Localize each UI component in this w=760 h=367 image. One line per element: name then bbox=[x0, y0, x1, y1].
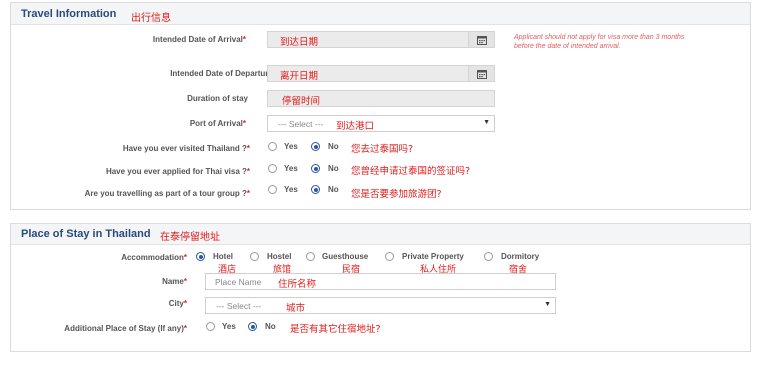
accommodation-hotel-label[interactable]: Hotel bbox=[213, 252, 233, 261]
visited-thailand-label: Have you ever visited Thailand ?* bbox=[122, 144, 250, 153]
travel-information-header bbox=[11, 3, 750, 25]
tour-cn: 您是否要参加旅游团? bbox=[351, 189, 442, 200]
visited-yes-label[interactable]: Yes bbox=[284, 142, 298, 151]
arrival-date-field[interactable]: 到达日期 bbox=[267, 31, 495, 48]
additional-place-label: Additional Place of Stay (If any)* bbox=[64, 324, 187, 333]
port-cn: 到达港口 bbox=[336, 121, 375, 132]
additional-yes-label[interactable]: Yes bbox=[222, 322, 236, 331]
calendar-icon[interactable] bbox=[468, 66, 494, 81]
port-select-value: --- Select --- bbox=[278, 119, 324, 129]
port-of-arrival-label: Port of Arrival* bbox=[189, 119, 246, 128]
applied-visa-label: Have you ever applied for Thai visa ?* bbox=[105, 167, 250, 176]
additional-no-radio[interactable] bbox=[248, 322, 257, 331]
accommodation-guesthouse-radio[interactable] bbox=[306, 252, 315, 261]
arrival-date-cn: 到达日期 bbox=[280, 37, 319, 48]
visited-cn: 您去过泰国吗? bbox=[351, 144, 414, 155]
place-name-cn: 住所名称 bbox=[278, 279, 317, 290]
city-cn: 城市 bbox=[286, 303, 306, 314]
port-of-arrival-select[interactable]: --- Select --- 到达港口 ▼ bbox=[267, 115, 495, 132]
applied-yes-radio[interactable] bbox=[268, 164, 277, 173]
accommodation-hotel-radio[interactable] bbox=[196, 252, 205, 261]
additional-cn: 是否有其它住宿地址? bbox=[290, 324, 381, 335]
tour-no-radio[interactable] bbox=[311, 185, 320, 194]
accommodation-guesthouse-label[interactable]: Guesthouse bbox=[322, 252, 368, 261]
place-name-input[interactable]: Place Name 住所名称 bbox=[205, 273, 556, 290]
travel-information-title: Travel Information bbox=[21, 8, 117, 20]
accommodation-dormitory-radio[interactable] bbox=[484, 252, 493, 261]
duration-field: 停留时间 bbox=[267, 90, 495, 107]
accommodation-dormitory-label[interactable]: Dormitory bbox=[501, 252, 539, 261]
tour-yes-label[interactable]: Yes bbox=[284, 185, 298, 194]
chevron-down-icon: ▼ bbox=[544, 301, 551, 308]
place-name-label: Name* bbox=[162, 277, 187, 286]
arrival-date-label: Intended Date of Arrival* bbox=[152, 35, 246, 44]
accommodation-hostel-radio[interactable] bbox=[250, 252, 259, 261]
visited-no-radio[interactable] bbox=[311, 142, 320, 151]
accommodation-private-property-label[interactable]: Private Property bbox=[402, 252, 464, 261]
visited-no-label[interactable]: No bbox=[328, 142, 339, 151]
city-select[interactable]: --- Select --- 城市 ▼ bbox=[205, 297, 556, 314]
city-select-value: --- Select --- bbox=[216, 301, 262, 311]
applied-no-radio[interactable] bbox=[311, 164, 320, 173]
accommodation-hostel-label[interactable]: Hostel bbox=[267, 252, 291, 261]
city-label: City* bbox=[168, 299, 187, 308]
duration-label: Duration of stay bbox=[187, 94, 248, 103]
additional-no-label[interactable]: No bbox=[265, 322, 276, 331]
arrival-note: Applicant should not apply for visa more… bbox=[514, 34, 685, 50]
duration-cn: 停留时间 bbox=[282, 96, 321, 107]
travel-information-title-cn: 出行信息 bbox=[131, 13, 171, 24]
departure-date-field[interactable]: 离开日期 bbox=[267, 65, 495, 82]
tour-no-label[interactable]: No bbox=[328, 185, 339, 194]
accommodation-private-property-radio[interactable] bbox=[385, 252, 394, 261]
place-of-stay-title: Place of Stay in Thailand bbox=[21, 228, 151, 240]
applied-yes-label[interactable]: Yes bbox=[284, 164, 298, 173]
applied-cn: 您曾经申请过泰国的签证吗? bbox=[351, 166, 471, 177]
additional-yes-radio[interactable] bbox=[206, 322, 215, 331]
chevron-down-icon: ▼ bbox=[483, 119, 490, 126]
tour-group-label: Are you travelling as part of a tour gro… bbox=[84, 189, 250, 198]
accommodation-label: Accommodation* bbox=[121, 253, 187, 262]
departure-date-cn: 离开日期 bbox=[280, 71, 319, 82]
calendar-icon[interactable] bbox=[468, 32, 494, 47]
place-name-placeholder: Place Name bbox=[215, 277, 262, 287]
place-of-stay-title-cn: 在泰停留地址 bbox=[160, 232, 220, 243]
departure-date-label: Intended Date of Departure* bbox=[170, 69, 276, 78]
visited-yes-radio[interactable] bbox=[268, 142, 277, 151]
tour-yes-radio[interactable] bbox=[268, 185, 277, 194]
applied-no-label[interactable]: No bbox=[328, 164, 339, 173]
